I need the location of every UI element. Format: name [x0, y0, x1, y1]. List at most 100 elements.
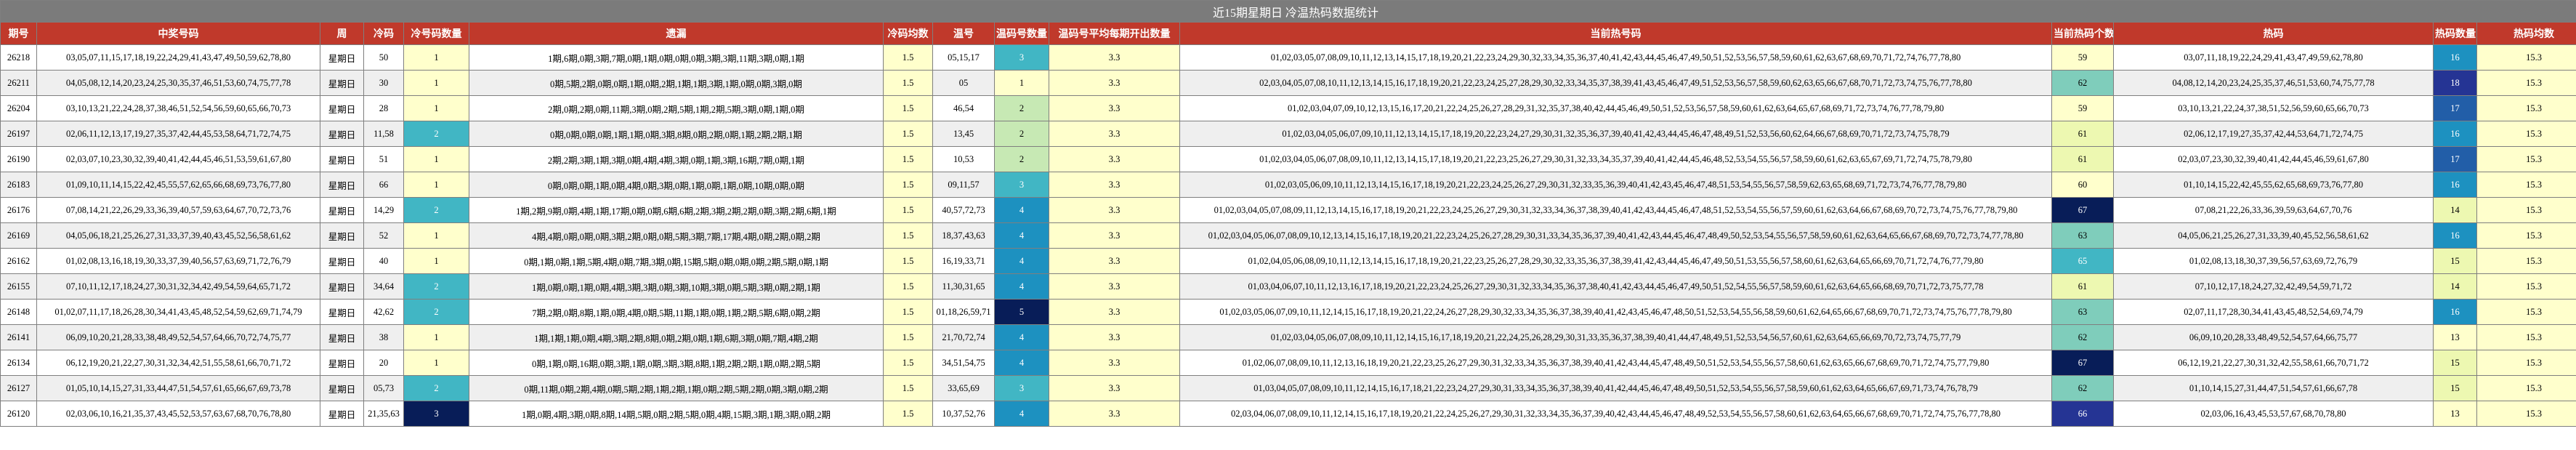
miss-cell: 2期,2期,3期,1期,3期,0期,4期,4期,3期,0期,1期,3期,16期,…: [469, 146, 884, 172]
hot-average-cell: 15.3: [2476, 197, 2576, 223]
winning-numbers-cell: 03,05,07,11,15,17,18,19,22,24,29,41,43,4…: [36, 44, 320, 71]
column-header: 温号: [932, 22, 995, 45]
hot-numbers-cell: 01,02,08,13,18,30,37,39,56,57,63,69,72,7…: [2113, 248, 2434, 274]
warm-number-cell: 05,15,17: [932, 44, 995, 71]
cold-number-cell: 50: [363, 44, 404, 71]
warm-average-cell: 3.3: [1049, 375, 1180, 401]
hot-average-cell: 15.3: [2476, 222, 2576, 249]
column-header: 期号: [0, 22, 37, 45]
warm-number-cell: 10,37,52,76: [932, 401, 995, 427]
current-hot-numbers-cell: 01,02,03,04,05,06,07,09,10,11,12,13,14,1…: [1179, 121, 2052, 147]
period-cell: 26190: [0, 146, 37, 172]
miss-cell: 0期,1期,0期,1期,5期,4期,0期,7期,3期,0期,15期,5期,0期,…: [469, 248, 884, 274]
current-hot-count-cell: 63: [2051, 222, 2114, 249]
hot-count-cell: 14: [2433, 197, 2477, 223]
warm-count-cell: 2: [994, 95, 1049, 121]
column-header: 中奖号码: [36, 22, 320, 45]
miss-cell: 0期,5期,2期,0期,0期,1期,0期,2期,1期,1期,3期,1期,0期,0…: [469, 70, 884, 96]
column-header: 当前热码个数: [2051, 22, 2114, 45]
warm-average-cell: 3.3: [1049, 350, 1180, 376]
table-row: 26141 06,09,10,20,21,28,33,38,48,49,52,54…: [0, 324, 2576, 350]
warm-number-cell: 16,19,33,71: [932, 248, 995, 274]
column-header: 温码号平均每期开出数量: [1049, 22, 1180, 45]
weekday-cell: 星期日: [320, 350, 364, 376]
period-cell: 26183: [0, 172, 37, 198]
table-row: 26183 01,09,10,11,14,15,22,42,45,55,57,62…: [0, 172, 2576, 198]
winning-numbers-cell: 04,05,06,18,21,25,26,27,31,33,37,39,40,4…: [36, 222, 320, 249]
column-header: 周: [320, 22, 364, 45]
period-cell: 26134: [0, 350, 37, 376]
column-header: 冷码: [363, 22, 404, 45]
cold-number-cell: 38: [363, 324, 404, 350]
warm-average-cell: 3.3: [1049, 248, 1180, 274]
winning-numbers-cell: 02,06,11,12,13,17,19,27,35,37,42,44,45,5…: [36, 121, 320, 147]
miss-cell: 1期,0期,0期,1期,0期,4期,3期,3期,0期,3期,10期,3期,0期,…: [469, 273, 884, 300]
cold-number-cell: 20: [363, 350, 404, 376]
cold-number-cell: 28: [363, 95, 404, 121]
cold-number-cell: 11,58: [363, 121, 404, 147]
period-cell: 26204: [0, 95, 37, 121]
cold-average-cell: 1.5: [883, 146, 933, 172]
hot-count-cell: 16: [2433, 172, 2477, 198]
weekday-cell: 星期日: [320, 44, 364, 71]
period-cell: 26218: [0, 44, 37, 71]
warm-average-cell: 3.3: [1049, 172, 1180, 198]
winning-numbers-cell: 06,09,10,20,21,28,33,38,48,49,52,54,57,6…: [36, 324, 320, 350]
title-row: 近15期星期日 冷温热码数据统计: [0, 0, 2576, 23]
winning-numbers-cell: 06,12,19,20,21,22,27,30,31,32,34,42,51,5…: [36, 350, 320, 376]
weekday-cell: 星期日: [320, 95, 364, 121]
hot-count-cell: 13: [2433, 324, 2477, 350]
warm-average-cell: 3.3: [1049, 401, 1180, 427]
cold-average-cell: 1.5: [883, 121, 933, 147]
cold-count-cell: 1: [403, 44, 469, 71]
hot-average-cell: 15.3: [2476, 273, 2576, 300]
table-row: 26218 03,05,07,11,15,17,18,19,22,24,29,41…: [0, 44, 2576, 71]
cold-average-cell: 1.5: [883, 222, 933, 249]
warm-count-cell: 4: [994, 248, 1049, 274]
warm-count-cell: 2: [994, 146, 1049, 172]
current-hot-numbers-cell: 02,03,04,05,07,08,10,11,12,13,14,15,16,1…: [1179, 70, 2052, 96]
period-cell: 26176: [0, 197, 37, 223]
current-hot-numbers-cell: 01,02,06,07,08,09,10,11,12,13,16,18,19,2…: [1179, 350, 2052, 376]
cold-average-cell: 1.5: [883, 95, 933, 121]
hot-average-cell: 15.3: [2476, 375, 2576, 401]
cold-average-cell: 1.5: [883, 273, 933, 300]
warm-number-cell: 21,70,72,74: [932, 324, 995, 350]
hot-count-cell: 16: [2433, 121, 2477, 147]
cold-average-cell: 1.5: [883, 248, 933, 274]
cold-count-cell: 1: [403, 324, 469, 350]
warm-average-cell: 3.3: [1049, 197, 1180, 223]
current-hot-count-cell: 61: [2051, 273, 2114, 300]
hot-numbers-cell: 07,08,21,22,26,33,36,39,59,63,64,67,70,7…: [2113, 197, 2434, 223]
miss-cell: 1期,6期,0期,3期,7期,0期,1期,0期,0期,0期,3期,3期,11期,…: [469, 44, 884, 71]
miss-cell: 0期,1期,0期,16期,0期,3期,1期,0期,3期,3期,8期,1期,2期,…: [469, 350, 884, 376]
warm-number-cell: 18,37,43,63: [932, 222, 995, 249]
hot-numbers-cell: 04,08,12,14,20,23,24,25,35,37,46,51,53,6…: [2113, 70, 2434, 96]
cold-number-cell: 51: [363, 146, 404, 172]
current-hot-numbers-cell: 01,02,03,05,07,08,09,10,11,12,13,14,15,1…: [1179, 44, 2052, 71]
warm-count-cell: 4: [994, 273, 1049, 300]
current-hot-numbers-cell: 01,02,03,04,05,06,07,08,09,10,11,12,14,1…: [1179, 324, 2052, 350]
table-row: 26155 07,10,11,12,17,18,24,27,30,31,32,34…: [0, 273, 2576, 300]
hot-average-cell: 15.3: [2476, 350, 2576, 376]
hot-average-cell: 15.3: [2476, 401, 2576, 427]
current-hot-count-cell: 62: [2051, 375, 2114, 401]
winning-numbers-cell: 07,08,14,21,22,26,29,33,36,39,40,57,59,6…: [36, 197, 320, 223]
period-cell: 26197: [0, 121, 37, 147]
warm-average-cell: 3.3: [1049, 44, 1180, 71]
current-hot-count-cell: 62: [2051, 70, 2114, 96]
table-row: 26134 06,12,19,20,21,22,27,30,31,32,34,42…: [0, 350, 2576, 376]
cold-count-cell: 1: [403, 172, 469, 198]
hot-count-cell: 18: [2433, 70, 2477, 96]
hot-average-cell: 15.3: [2476, 172, 2576, 198]
winning-numbers-cell: 02,03,06,10,16,21,35,37,43,45,52,53,57,6…: [36, 401, 320, 427]
hot-count-cell: 16: [2433, 299, 2477, 325]
cold-count-cell: 1: [403, 70, 469, 96]
current-hot-numbers-cell: 01,02,03,05,06,09,10,11,12,13,14,15,16,1…: [1179, 172, 2052, 198]
weekday-cell: 星期日: [320, 172, 364, 198]
cold-average-cell: 1.5: [883, 197, 933, 223]
cold-average-cell: 1.5: [883, 44, 933, 71]
miss-cell: 7期,2期,0期,8期,1期,0期,4期,0期,5期,11期,1期,0期,1期,…: [469, 299, 884, 325]
table-row: 26162 01,02,08,13,16,18,19,30,33,37,39,40…: [0, 248, 2576, 274]
warm-count-cell: 4: [994, 401, 1049, 427]
